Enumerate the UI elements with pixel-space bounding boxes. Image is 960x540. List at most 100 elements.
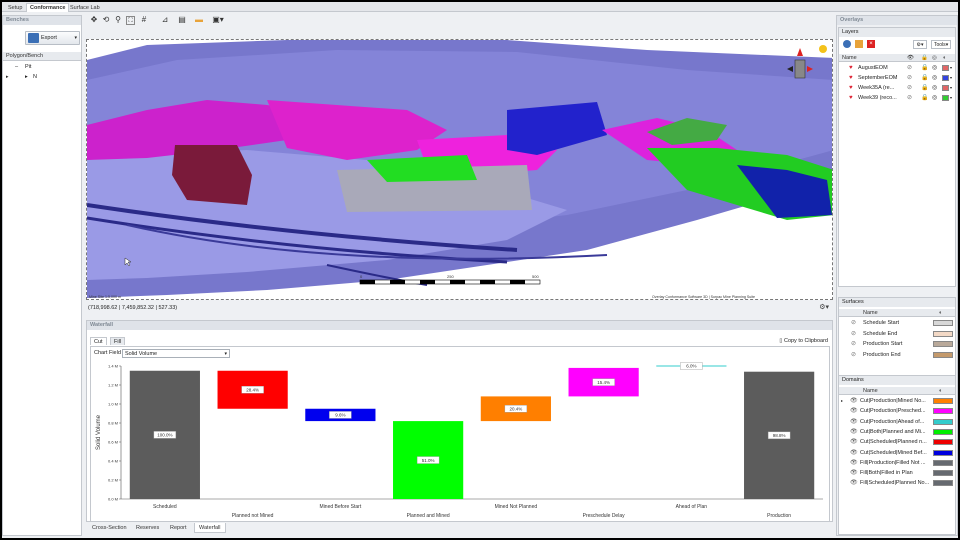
visibility-toggle-icon[interactable]: ⊘ [851, 318, 856, 328]
tab-setup[interactable]: Setup [4, 3, 26, 12]
visibility-toggle-icon[interactable]: ⊘ [907, 83, 912, 93]
surface-color-swatch[interactable] [933, 341, 953, 347]
layer-row[interactable]: ♥ AugustEOM ⊘ 🔒 ◎ ▾ [839, 63, 955, 73]
domain-row[interactable]: 👁 Fill|Production|Filled Not ... [839, 458, 955, 468]
tab-waterfall[interactable]: Waterfall [194, 523, 226, 533]
surfaces-header: Name ◐ [839, 309, 955, 317]
3d-viewport[interactable]: 0 250 500 Mine Site 1:5,000 m Overlay Co… [86, 39, 833, 300]
visibility-toggle-icon[interactable]: 👁 [850, 478, 858, 488]
surface-color-swatch[interactable] [933, 351, 953, 358]
domain-color-swatch[interactable] [933, 418, 953, 425]
domain-color-swatch[interactable] [933, 470, 953, 477]
visibility-toggle-icon[interactable]: 👁 [850, 417, 858, 427]
visibility-toggle-icon[interactable]: ⊘ [907, 93, 912, 103]
collapse-icon[interactable]: – [15, 62, 18, 72]
pattern-toggle-icon[interactable]: ◎ [932, 93, 937, 103]
visibility-toggle-icon[interactable]: 👁 [850, 458, 858, 468]
layer-color-swatch[interactable] [942, 65, 949, 71]
visibility-toggle-icon[interactable]: ⊘ [907, 73, 912, 83]
visibility-toggle-icon[interactable]: 👁 [850, 448, 858, 458]
zoom-icon[interactable]: ⚲ [113, 15, 123, 25]
tab-cross-section[interactable]: Cross-Section [88, 523, 131, 533]
visibility-toggle-icon[interactable]: 👁 [850, 437, 858, 447]
domain-color-swatch[interactable] [933, 449, 953, 456]
pattern-toggle-icon[interactable]: ◎ [932, 73, 937, 83]
tab-fill[interactable]: Fill [110, 337, 126, 345]
chevron-down-icon[interactable]: ▾ [950, 83, 952, 93]
highlight-icon[interactable]: ▬ [194, 15, 204, 25]
screenshot-icon[interactable]: ▣▾ [210, 15, 226, 25]
visibility-toggle-icon[interactable]: ⊘ [851, 329, 856, 339]
chevron-down-icon[interactable]: ▾ [950, 73, 952, 83]
delete-layer-icon[interactable]: × [867, 40, 875, 48]
chevron-down-icon[interactable]: ▾ [224, 350, 227, 358]
chevron-down-icon[interactable]: ▾ [950, 93, 952, 103]
copy-to-clipboard-button[interactable]: ▯ Copy to Clipboard [779, 337, 828, 345]
visibility-toggle-icon[interactable]: ⊘ [851, 339, 856, 349]
domain-color-swatch[interactable] [933, 408, 953, 415]
visibility-toggle-icon[interactable]: ⊘ [851, 350, 856, 360]
pan-icon[interactable]: ✥ [89, 15, 99, 25]
pattern-toggle-icon[interactable]: ◎ [932, 83, 937, 93]
layer-color-swatch[interactable] [942, 75, 949, 81]
domain-row[interactable]: 👁 Cut|Scheduled|Mined Bef... [839, 448, 955, 458]
layer-row[interactable]: ♥ Week39 (reco... ⊘ 🔒 ◎ ▾ [839, 93, 955, 103]
domain-color-swatch[interactable] [933, 398, 953, 404]
tab-reserves[interactable]: Reserves [132, 523, 163, 533]
domains-section: Domains Name ◐ ▸ 👁 Cut|Production|Mined No… [838, 375, 956, 535]
visibility-toggle-icon[interactable]: 👁 [850, 427, 858, 437]
chevron-down-icon[interactable]: ▾ [74, 32, 77, 44]
visibility-toggle-icon[interactable]: ⊘ [907, 63, 912, 73]
layer-color-swatch[interactable] [942, 95, 949, 101]
measure-icon[interactable]: ⊿ [160, 15, 170, 25]
domain-row[interactable]: 👁 Cut|Production|Presched... [839, 406, 955, 416]
tab-conformance[interactable]: Conformance [26, 3, 70, 12]
domain-row[interactable]: 👁 Cut|Scheduled|Planned n... [839, 437, 955, 447]
domain-row[interactable]: ▸ 👁 Cut|Production|Mined No... [839, 396, 955, 406]
layer-row[interactable]: ♥ SeptemberEOM ⊘ 🔒 ◎ ▾ [839, 73, 955, 83]
tree-item-pit[interactable]: – Pit [3, 62, 81, 72]
domain-color-swatch[interactable] [933, 428, 953, 435]
surface-row[interactable]: ⊘ Schedule Start [839, 318, 955, 328]
domain-color-swatch[interactable] [933, 459, 953, 466]
chart-field-select[interactable]: Solid Volume ▾ [122, 349, 230, 358]
application-window: Setup Conformance Surface Lab Benches Ex… [2, 2, 958, 538]
lock-toggle-icon[interactable]: 🔒 [921, 93, 928, 103]
section-icon[interactable]: ▤ [177, 15, 187, 25]
settings-icon[interactable]: ⚙▾ [819, 303, 829, 311]
pattern-toggle-icon[interactable]: ◎ [932, 63, 937, 73]
surface-row[interactable]: ⊘ Production End [839, 350, 955, 360]
surface-row[interactable]: ⊘ Production Start [839, 339, 955, 349]
visibility-toggle-icon[interactable]: 👁 [850, 396, 858, 406]
visibility-toggle-icon[interactable]: 👁 [850, 468, 858, 478]
grid-icon[interactable]: # [139, 15, 149, 25]
domain-color-swatch[interactable] [933, 439, 953, 446]
domain-row[interactable]: 👁 Cut|Both|Planned and Mi... [839, 427, 955, 437]
rotate-icon[interactable]: ⟲ [101, 15, 111, 25]
edit-layer-icon[interactable] [855, 40, 863, 48]
export-button[interactable]: Export ▾ [25, 31, 80, 45]
visibility-toggle-icon[interactable]: 👁 [850, 406, 858, 416]
tree-item-n[interactable]: ▸ ▸ N [3, 72, 81, 82]
surface-color-swatch[interactable] [933, 330, 953, 337]
domain-color-swatch[interactable] [933, 480, 953, 487]
domain-row[interactable]: 👁 Fill|Both|Filled in Plan [839, 468, 955, 478]
surface-row[interactable]: ⊘ Schedule End [839, 329, 955, 339]
surface-color-swatch[interactable] [933, 320, 953, 326]
tab-report[interactable]: Report [166, 523, 191, 533]
tab-cut[interactable]: Cut [90, 337, 107, 345]
layer-options-icon[interactable]: ⚙▾ [913, 40, 927, 49]
expand-icon[interactable]: ▸ [25, 72, 28, 82]
lock-toggle-icon[interactable]: 🔒 [921, 83, 928, 93]
domain-row[interactable]: 👁 Fill|Scheduled|Planned No... [839, 478, 955, 488]
lock-toggle-icon[interactable]: 🔒 [921, 73, 928, 83]
domain-row[interactable]: 👁 Cut|Production|Ahead of... [839, 417, 955, 427]
layer-color-swatch[interactable] [942, 85, 949, 91]
layer-row[interactable]: ♥ Week35A (re... ⊘ 🔒 ◎ ▾ [839, 83, 955, 93]
zoom-extents-icon[interactable]: ⛶ [126, 16, 135, 25]
tools-button[interactable]: Tools▾ [931, 40, 952, 49]
tab-surface-lab[interactable]: Surface Lab [66, 3, 104, 12]
lock-toggle-icon[interactable]: 🔒 [921, 63, 928, 73]
chevron-down-icon[interactable]: ▾ [950, 63, 952, 73]
add-layer-icon[interactable] [843, 40, 851, 48]
